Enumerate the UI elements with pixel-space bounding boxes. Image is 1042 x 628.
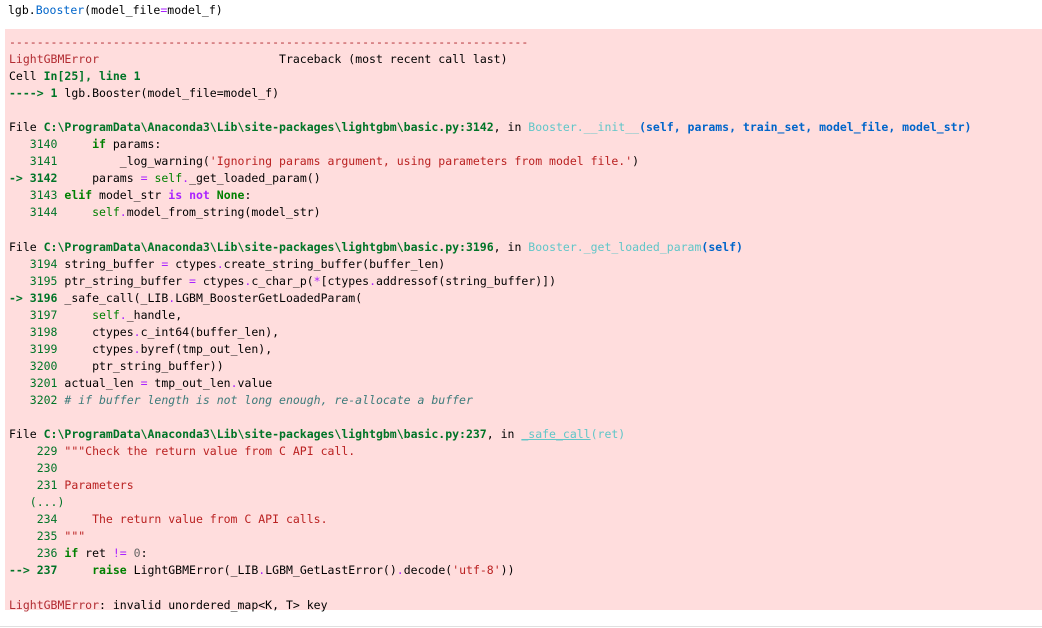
frame2-header: File C:\ProgramData\Anaconda3\Lib\site-p… — [9, 239, 743, 254]
frame1-line-3142: -> 3142 params = self._get_loaded_param(… — [9, 171, 321, 186]
cell-ref: Cell In[25], line 1 — [9, 69, 141, 84]
frame3-line-229: 229 """Check the return value from C API… — [9, 444, 356, 459]
frame2-line-3194: 3194 string_buffer = ctypes.create_strin… — [9, 256, 446, 271]
frame2-line-3198: 3198 ctypes.c_int64(buffer_len), — [9, 324, 280, 339]
frame1-line-3144: 3144 self.model_from_string(model_str) — [9, 205, 321, 220]
frame2-path[interactable]: C:\ProgramData\Anaconda3\Lib\site-packag… — [44, 240, 494, 254]
frame3-func: _safe_call — [521, 427, 591, 442]
cell-input[interactable]: lgb.Booster(model_file=model_f) — [8, 0, 1038, 20]
frame2-line-3202: 3202 # if buffer length is not long enou… — [9, 392, 473, 407]
frame1-line-3143: 3143 elif model_str is not None: — [9, 188, 252, 203]
frame2-line-3199: 3199 ctypes.byref(tmp_out_len), — [9, 341, 273, 356]
frame2-line-3195: 3195 ptr_string_buffer = ctypes.c_char_p… — [9, 273, 557, 288]
frame3-line-237: --> 237 raise LightGBMError(_LIB.LGBM_Ge… — [9, 563, 515, 578]
frame1-line-3140: 3140 if params: — [9, 137, 162, 152]
frame2-line-3197: 3197 self._handle, — [9, 307, 183, 322]
frame2-func: Booster._get_loaded_param — [528, 239, 702, 254]
arrow-line: ----> 1 lgb.Booster(model_file=model_f) — [9, 86, 280, 101]
error-name: LightGBMError — [9, 52, 100, 67]
frame3-header: File C:\ProgramData\Anaconda3\Lib\site-p… — [9, 427, 626, 442]
frame2-line-3200: 3200 ptr_string_buffer)) — [9, 358, 224, 373]
frame3-line-236: 236 if ret != 0: — [9, 546, 148, 561]
frame3-path[interactable]: C:\ProgramData\Anaconda3\Lib\site-packag… — [44, 427, 487, 441]
cell-divider — [0, 626, 1042, 627]
frame2-line-3201: 3201 actual_len = tmp_out_len.value — [9, 375, 273, 390]
frame3-line-235: 235 """ — [9, 529, 86, 544]
frame3-line-234: 234 The return value from C API calls. — [9, 512, 328, 527]
frame2-line-3196: -> 3196 _safe_call(_LIB.LGBM_BoosterGetL… — [9, 290, 363, 305]
frame3-ellipsis: (...) — [9, 495, 65, 510]
frame3-line-230: 230 — [9, 461, 65, 476]
frame1-func: Booster.__init__ — [528, 120, 640, 135]
error-output: ----------------------------------------… — [5, 29, 1042, 612]
frame3-line-231: 231 Parameters — [9, 478, 134, 493]
traceback-header-right: Traceback (most recent call last) — [279, 52, 508, 67]
traceback-dashes: ----------------------------------------… — [9, 35, 529, 49]
final-error: LightGBMError: invalid unordered_map<K, … — [9, 597, 328, 612]
frame1-line-3141: 3141 _log_warning('Ignoring params argum… — [9, 154, 640, 169]
traceback-header: LightGBMError Traceback (most recent cal… — [9, 51, 1042, 68]
frame1-header: File C:\ProgramData\Anaconda3\Lib\site-p… — [9, 120, 972, 135]
frame1-path[interactable]: C:\ProgramData\Anaconda3\Lib\site-packag… — [44, 120, 494, 134]
